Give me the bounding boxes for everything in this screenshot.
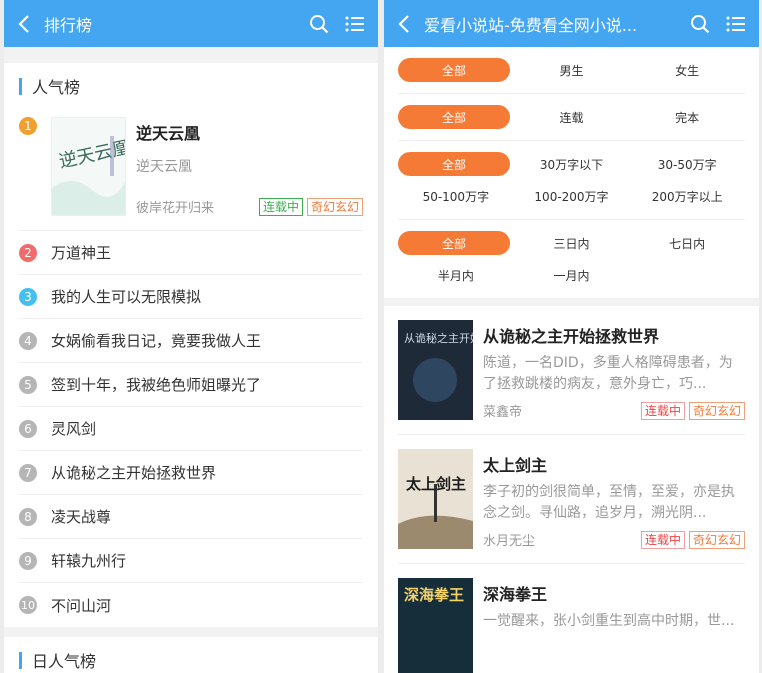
rank-badge: 5 <box>19 375 37 394</box>
filter-option-all[interactable]: 全部 <box>398 231 510 255</box>
filter-option[interactable]: 30-50万字 <box>629 152 745 176</box>
filter-status: 全部 连载 完本 <box>398 94 745 141</box>
rank-badge: 3 <box>19 287 37 306</box>
book-title: 从诡秘之主开始拯救世界 <box>51 464 217 482</box>
filter-panel: 全部 男生 女生 全部 连载 完本 全部 30万字以下 30-50万字 50-1… <box>384 47 759 298</box>
back-button[interactable] <box>384 0 424 47</box>
filter-option[interactable]: 30万字以下 <box>514 152 630 176</box>
rank-item[interactable]: 10 不问山河 <box>19 583 363 627</box>
cover-title-text: 从诡秘之主开始拯救世界 <box>404 331 473 345</box>
rank-item[interactable]: 8 凌天战尊 <box>19 495 363 539</box>
filter-option[interactable]: 女生 <box>629 58 745 82</box>
book-title: 凌天战尊 <box>51 508 112 526</box>
book-author: 菜鑫帝 <box>483 405 523 420</box>
list-item[interactable]: 从诡秘之主开始拯救世界 从诡秘之主开始拯救世界 陈道，一名DID，多重人格障碍患… <box>398 306 745 435</box>
rank-badge: 1 <box>19 117 37 135</box>
book-cover[interactable]: 逆天云凰 <box>51 117 132 216</box>
section-title-text: 日人气榜 <box>32 652 97 671</box>
filter-option[interactable]: 连载 <box>514 105 630 129</box>
filter-option-all[interactable]: 全部 <box>398 152 510 176</box>
rank-item[interactable]: 4 女娲偷看我日记，竟要我做人王 <box>19 319 363 363</box>
book-subtitle: 逆天云凰 <box>136 159 192 175</box>
popularity-section: 人气榜 1 逆天云凰 逆天云凰 逆天云凰 彼岸花开归来 连载中 奇幻玄幻 2 万… <box>4 63 378 627</box>
filter-option[interactable]: 半月内 <box>398 263 514 287</box>
filter-option-all[interactable]: 全部 <box>398 58 510 82</box>
search-icon[interactable] <box>308 13 330 35</box>
rank-badge: 6 <box>19 419 37 438</box>
cover-title-text: 太上剑主 <box>406 475 466 493</box>
filter-update-time: 全部 三日内 七日内 半月内 一月内 <box>398 220 745 298</box>
section-title: 日人气榜 <box>19 637 363 673</box>
rank-item[interactable]: 7 从诡秘之主开始拯救世界 <box>19 451 363 495</box>
filter-option[interactable]: 200万字以上 <box>629 184 745 208</box>
filter-option[interactable]: 三日内 <box>514 231 630 255</box>
list-item[interactable]: 太上剑主 太上剑主 李子初的剑很简单，至情，至爱，亦是执念之剑。寻仙路，追岁月，… <box>398 435 745 564</box>
section-title-text: 人气榜 <box>32 78 81 97</box>
back-icon <box>398 14 409 33</box>
book-cover[interactable]: 深海拳王 <box>398 578 473 673</box>
back-icon <box>18 14 29 33</box>
book-author: 彼岸花开归来 <box>136 201 215 216</box>
search-icon[interactable] <box>689 13 711 35</box>
book-title[interactable]: 逆天云凰 <box>136 120 363 144</box>
rank-item[interactable]: 3 我的人生可以无限模拟 <box>19 275 363 319</box>
book-title: 万道神王 <box>51 244 112 262</box>
filter-option-all[interactable]: 全部 <box>398 105 510 129</box>
book-description: 陈道，一名DID，多重人格障碍患者，为了拯救跳楼的病友，意外身亡，巧... <box>483 355 733 392</box>
menu-icon[interactable] <box>344 13 366 35</box>
rank-badge: 9 <box>19 551 37 570</box>
filter-option[interactable]: 100-200万字 <box>514 184 630 208</box>
book-title: 签到十年，我被绝色师姐曝光了 <box>51 376 262 394</box>
ranking-panel: 排行榜 人气榜 1 逆天云凰 逆天云凰 逆天云凰 彼岸花开归来 连载中 奇幻玄幻… <box>4 0 378 673</box>
rank-item[interactable]: 2 万道神王 <box>19 231 363 275</box>
menu-icon[interactable] <box>725 13 747 35</box>
status-badge: 连载中 <box>258 197 303 216</box>
filter-wordcount: 全部 30万字以下 30-50万字 50-100万字 100-200万字 200… <box>398 141 745 220</box>
rank-badge: 4 <box>19 331 37 350</box>
book-title[interactable]: 太上剑主 <box>483 452 745 476</box>
book-title: 灵风剑 <box>51 420 97 438</box>
book-title: 女娲偷看我日记，竟要我做人王 <box>51 332 262 350</box>
section-title: 人气榜 <box>19 63 363 109</box>
filter-gender: 全部 男生 女生 <box>398 47 745 94</box>
rank-badge: 8 <box>19 507 37 526</box>
back-button[interactable] <box>4 0 44 47</box>
book-title[interactable]: 从诡秘之主开始拯救世界 <box>483 323 745 347</box>
header-bar: 爱看小说站-免费看全网小说... <box>384 0 759 47</box>
page-title: 爱看小说站-免费看全网小说... <box>424 15 638 35</box>
list-item[interactable]: 深海拳王 深海拳王 一觉醒来，张小剑重生到高中时期，世... <box>398 564 745 673</box>
genre-badge: 奇幻玄幻 <box>688 530 745 549</box>
cover-title-text: 深海拳王 <box>404 586 464 604</box>
rank-badge: 2 <box>19 243 37 262</box>
page-title: 排行榜 <box>44 15 93 35</box>
filter-option[interactable]: 男生 <box>514 58 630 82</box>
rank-badge: 10 <box>19 596 37 614</box>
book-author: 水月无尘 <box>483 534 536 549</box>
genre-badge: 奇幻玄幻 <box>306 197 363 216</box>
book-title: 我的人生可以无限模拟 <box>51 288 202 306</box>
daily-popularity-section: 日人气榜 <box>4 637 378 673</box>
book-description: 李子初的剑很简单，至情，至爱，亦是执念之剑。寻仙路，追岁月，溯光阴... <box>483 484 735 521</box>
status-badge: 连载中 <box>640 401 685 420</box>
rank-item[interactable]: 6 灵风剑 <box>19 407 363 451</box>
filter-option[interactable]: 50-100万字 <box>398 184 514 208</box>
header-bar: 排行榜 <box>4 0 378 47</box>
filter-option[interactable]: 完本 <box>629 105 745 129</box>
rank-badge: 7 <box>19 463 37 482</box>
filter-option[interactable]: 七日内 <box>629 231 745 255</box>
book-list: 从诡秘之主开始拯救世界 从诡秘之主开始拯救世界 陈道，一名DID，多重人格障碍患… <box>384 306 759 673</box>
book-title: 不问山河 <box>51 596 112 615</box>
filter-option[interactable]: 一月内 <box>514 263 630 287</box>
rank-item[interactable]: 9 轩辕九州行 <box>19 539 363 583</box>
book-cover[interactable]: 从诡秘之主开始拯救世界 <box>398 320 473 420</box>
book-description: 一觉醒来，张小剑重生到高中时期，世... <box>483 613 735 629</box>
status-badge: 连载中 <box>640 530 685 549</box>
genre-badge: 奇幻玄幻 <box>688 401 745 420</box>
book-title[interactable]: 深海拳王 <box>483 581 745 605</box>
browse-panel: 爱看小说站-免费看全网小说... 全部 男生 女生 全部 连载 完本 全部 30… <box>384 0 759 673</box>
book-cover[interactable]: 太上剑主 <box>398 449 473 549</box>
book-title: 轩辕九州行 <box>51 552 127 570</box>
top-book[interactable]: 1 逆天云凰 逆天云凰 逆天云凰 彼岸花开归来 连载中 奇幻玄幻 <box>19 109 363 231</box>
rank-item[interactable]: 5 签到十年，我被绝色师姐曝光了 <box>19 363 363 407</box>
